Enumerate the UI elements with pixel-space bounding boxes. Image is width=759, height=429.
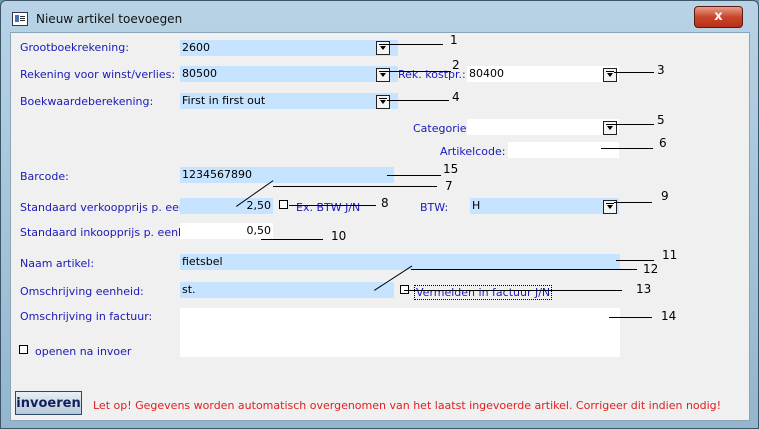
callout-line-14 xyxy=(609,317,652,318)
artikelcode-field[interactable] xyxy=(508,142,619,158)
callout-12: 12 xyxy=(643,262,659,276)
callout-line-2 xyxy=(387,71,451,72)
inkoopprijs-label: Standaard inkoopprijs p. eenh: xyxy=(20,226,189,239)
ex-btw-label: Ex. BTW J/N xyxy=(296,201,361,214)
callout-4: 4 xyxy=(452,90,460,104)
title-bar[interactable]: Nieuw artikel toevoegen x xyxy=(1,1,758,35)
kostpr-field[interactable]: 80400 xyxy=(467,66,619,82)
winstverlies-field[interactable]: 80500 xyxy=(180,66,398,82)
form-icon xyxy=(12,12,28,26)
window-title: Nieuw artikel toevoegen xyxy=(36,12,183,26)
callout-8: 8 xyxy=(381,196,389,210)
btw-label: BTW: xyxy=(420,201,449,214)
categorie-field[interactable] xyxy=(467,119,619,135)
factuur-textarea[interactable] xyxy=(180,308,620,357)
callout-1: 1 xyxy=(450,33,458,47)
grootboek-label: Grootboekrekening: xyxy=(20,41,129,54)
callout-line-1 xyxy=(387,44,443,45)
callout-line-15 xyxy=(387,175,441,176)
callout-10: 10 xyxy=(331,229,347,243)
callout-9: 9 xyxy=(661,189,669,203)
naam-label: Naam artikel: xyxy=(20,257,95,270)
openen-checkbox[interactable] xyxy=(19,345,28,354)
verkoopprijs-label: Standaard verkoopprijs p. eenh: xyxy=(20,201,197,214)
close-button[interactable]: x xyxy=(694,6,743,28)
boekwaarde-label: Boekwaardeberekening: xyxy=(20,95,154,108)
callout-14: 14 xyxy=(661,309,677,323)
callout-line-10 xyxy=(261,239,323,240)
callout-line-7 xyxy=(273,186,437,187)
grootboek-field[interactable]: 2600 xyxy=(180,40,398,56)
vermelden-label: Vermelden in factuur J/N xyxy=(414,285,553,300)
invoeren-button[interactable]: invoeren xyxy=(15,391,82,415)
form-body: Grootboekrekening: 2600 Rekening voor wi… xyxy=(10,32,750,421)
naam-field[interactable]: fietsbel xyxy=(180,254,620,270)
callout-line-11 xyxy=(616,260,654,261)
btw-field[interactable]: H xyxy=(470,198,619,214)
callout-line-12 xyxy=(411,269,637,270)
barcode-label: Barcode: xyxy=(20,170,69,183)
barcode-field[interactable]: 1234567890 xyxy=(180,167,394,183)
eenheid-field[interactable]: st. xyxy=(180,282,394,298)
artikelcode-label: Artikelcode: xyxy=(440,145,506,158)
dialog-window: Nieuw artikel toevoegen x Grootboekreken… xyxy=(0,0,759,429)
openen-label: openen na invoer xyxy=(35,345,132,358)
winstverlies-label: Rekening voor winst/verlies: xyxy=(20,68,176,81)
callout-15: 15 xyxy=(443,162,459,176)
callout-line-3 xyxy=(614,72,654,73)
callout-line-9 xyxy=(614,202,652,203)
warning-text: Let op! Gegevens worden automatisch over… xyxy=(93,399,722,412)
eenheid-label: Omschrijving eenheid: xyxy=(20,285,144,298)
categorie-label: Categorie: xyxy=(413,122,471,135)
callout-line-8 xyxy=(289,205,376,206)
callout-line-5 xyxy=(614,124,654,125)
kostpr-dropdown-icon[interactable] xyxy=(603,68,617,82)
verkoopprijs-field[interactable]: 2,50 xyxy=(180,198,273,214)
inkoopprijs-field[interactable]: 0,50 xyxy=(180,223,273,239)
callout-line-6 xyxy=(601,148,653,149)
callout-7: 7 xyxy=(445,179,453,193)
callout-11: 11 xyxy=(662,248,678,262)
callout-2: 2 xyxy=(452,58,460,72)
callout-6: 6 xyxy=(659,136,667,150)
callout-13: 13 xyxy=(636,282,652,296)
callout-line-4 xyxy=(387,100,449,101)
ex-btw-checkbox[interactable] xyxy=(279,200,288,209)
callout-5: 5 xyxy=(657,113,665,127)
callout-3: 3 xyxy=(657,63,665,77)
callout-line-13 xyxy=(404,290,622,291)
factuur-label: Omschrijving in factuur: xyxy=(20,310,153,323)
boekwaarde-dropdown-icon[interactable] xyxy=(376,95,390,109)
boekwaarde-field[interactable]: First in first out xyxy=(180,93,398,109)
